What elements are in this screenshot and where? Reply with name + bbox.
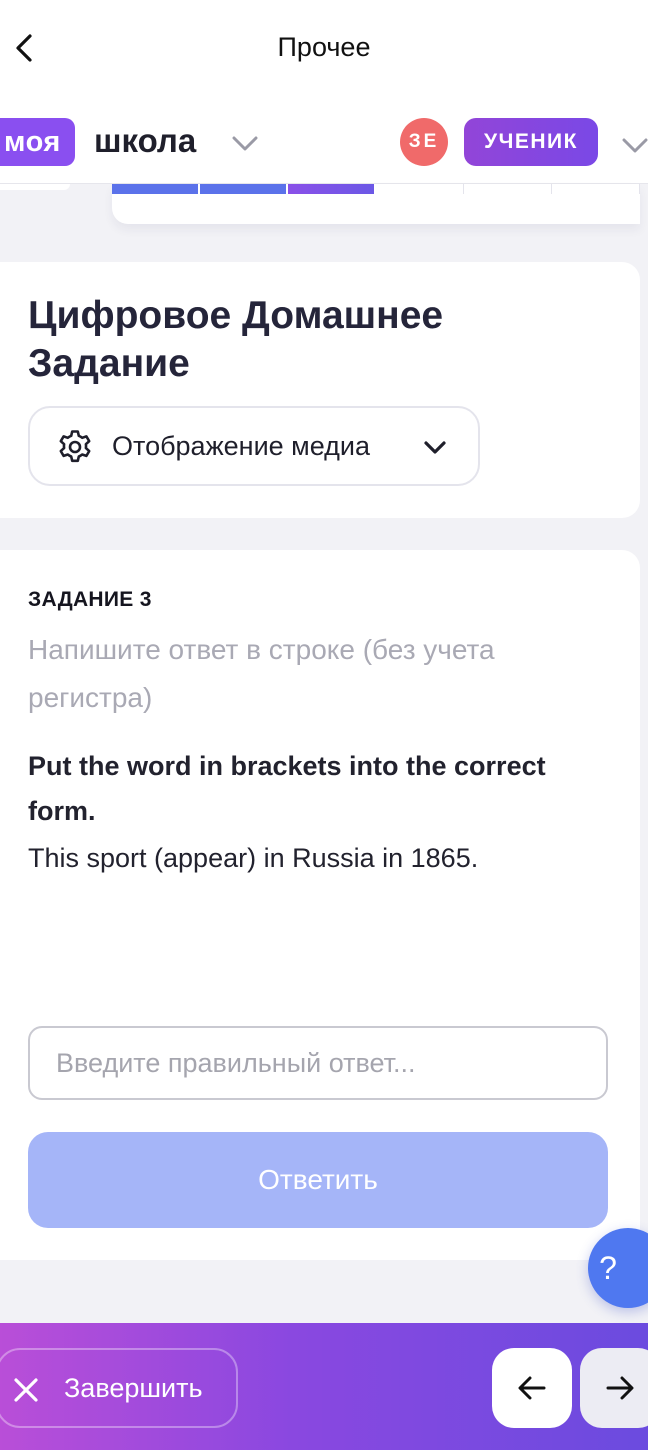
gear-icon (59, 430, 91, 463)
finish-button[interactable]: Завершить (0, 1348, 238, 1428)
task-sentence: This sport (appear) in Russia in 1865. (28, 843, 479, 873)
finish-button-label: Завершить (64, 1373, 203, 1403)
chevron-down-icon (424, 441, 446, 454)
task-progress-strip (112, 184, 640, 224)
avatar[interactable]: ЗЕ (400, 118, 448, 166)
close-icon (14, 1378, 38, 1402)
next-task-button[interactable] (580, 1348, 648, 1428)
media-dropdown-label: Отображение медиа (112, 431, 371, 461)
progress-segment-1[interactable] (112, 184, 201, 194)
page-header-title: Прочее (277, 32, 371, 62)
top-navigation-bar: Прочее (0, 0, 648, 98)
task-hint: Напишите ответ в строке (без учета регис… (28, 634, 495, 713)
progress-segment-3[interactable] (288, 184, 377, 194)
logo-badge[interactable]: моя (0, 118, 75, 166)
logo-text[interactable]: школа (94, 118, 196, 164)
school-header: моя школа ЗЕ УЧЕНИК (0, 98, 648, 184)
submit-answer-button[interactable]: Ответить (28, 1132, 608, 1228)
progress-segment-6[interactable] (552, 184, 640, 194)
answer-input[interactable] (28, 1026, 608, 1100)
arrow-left-icon (518, 1376, 546, 1400)
chevron-down-icon[interactable] (230, 130, 260, 158)
progress-segment-5[interactable] (464, 184, 553, 194)
media-display-dropdown[interactable]: Отображение медиа (28, 406, 480, 486)
homework-title-card: Цифровое Домашнее Задание Отображение ме… (0, 262, 640, 518)
task-instruction: Put the word in brackets into the correc… (28, 751, 546, 826)
progress-strip-left (0, 184, 70, 190)
task-number: ЗАДАНИЕ 3 (28, 588, 152, 611)
progress-segment-2[interactable] (200, 184, 289, 194)
progress-segment-4[interactable] (376, 184, 465, 194)
chevron-down-icon[interactable] (620, 132, 648, 160)
task-card: ЗАДАНИЕ 3 Напишите ответ в строке (без у… (0, 550, 640, 1260)
role-switcher-button[interactable]: УЧЕНИК (464, 118, 598, 166)
help-question-icon: ? (599, 1250, 617, 1286)
page-title: Цифровое Домашнее Задание (28, 294, 444, 385)
bottom-action-bar: Завершить (0, 1323, 648, 1450)
arrow-right-icon (606, 1376, 634, 1400)
previous-task-button[interactable] (492, 1348, 572, 1428)
